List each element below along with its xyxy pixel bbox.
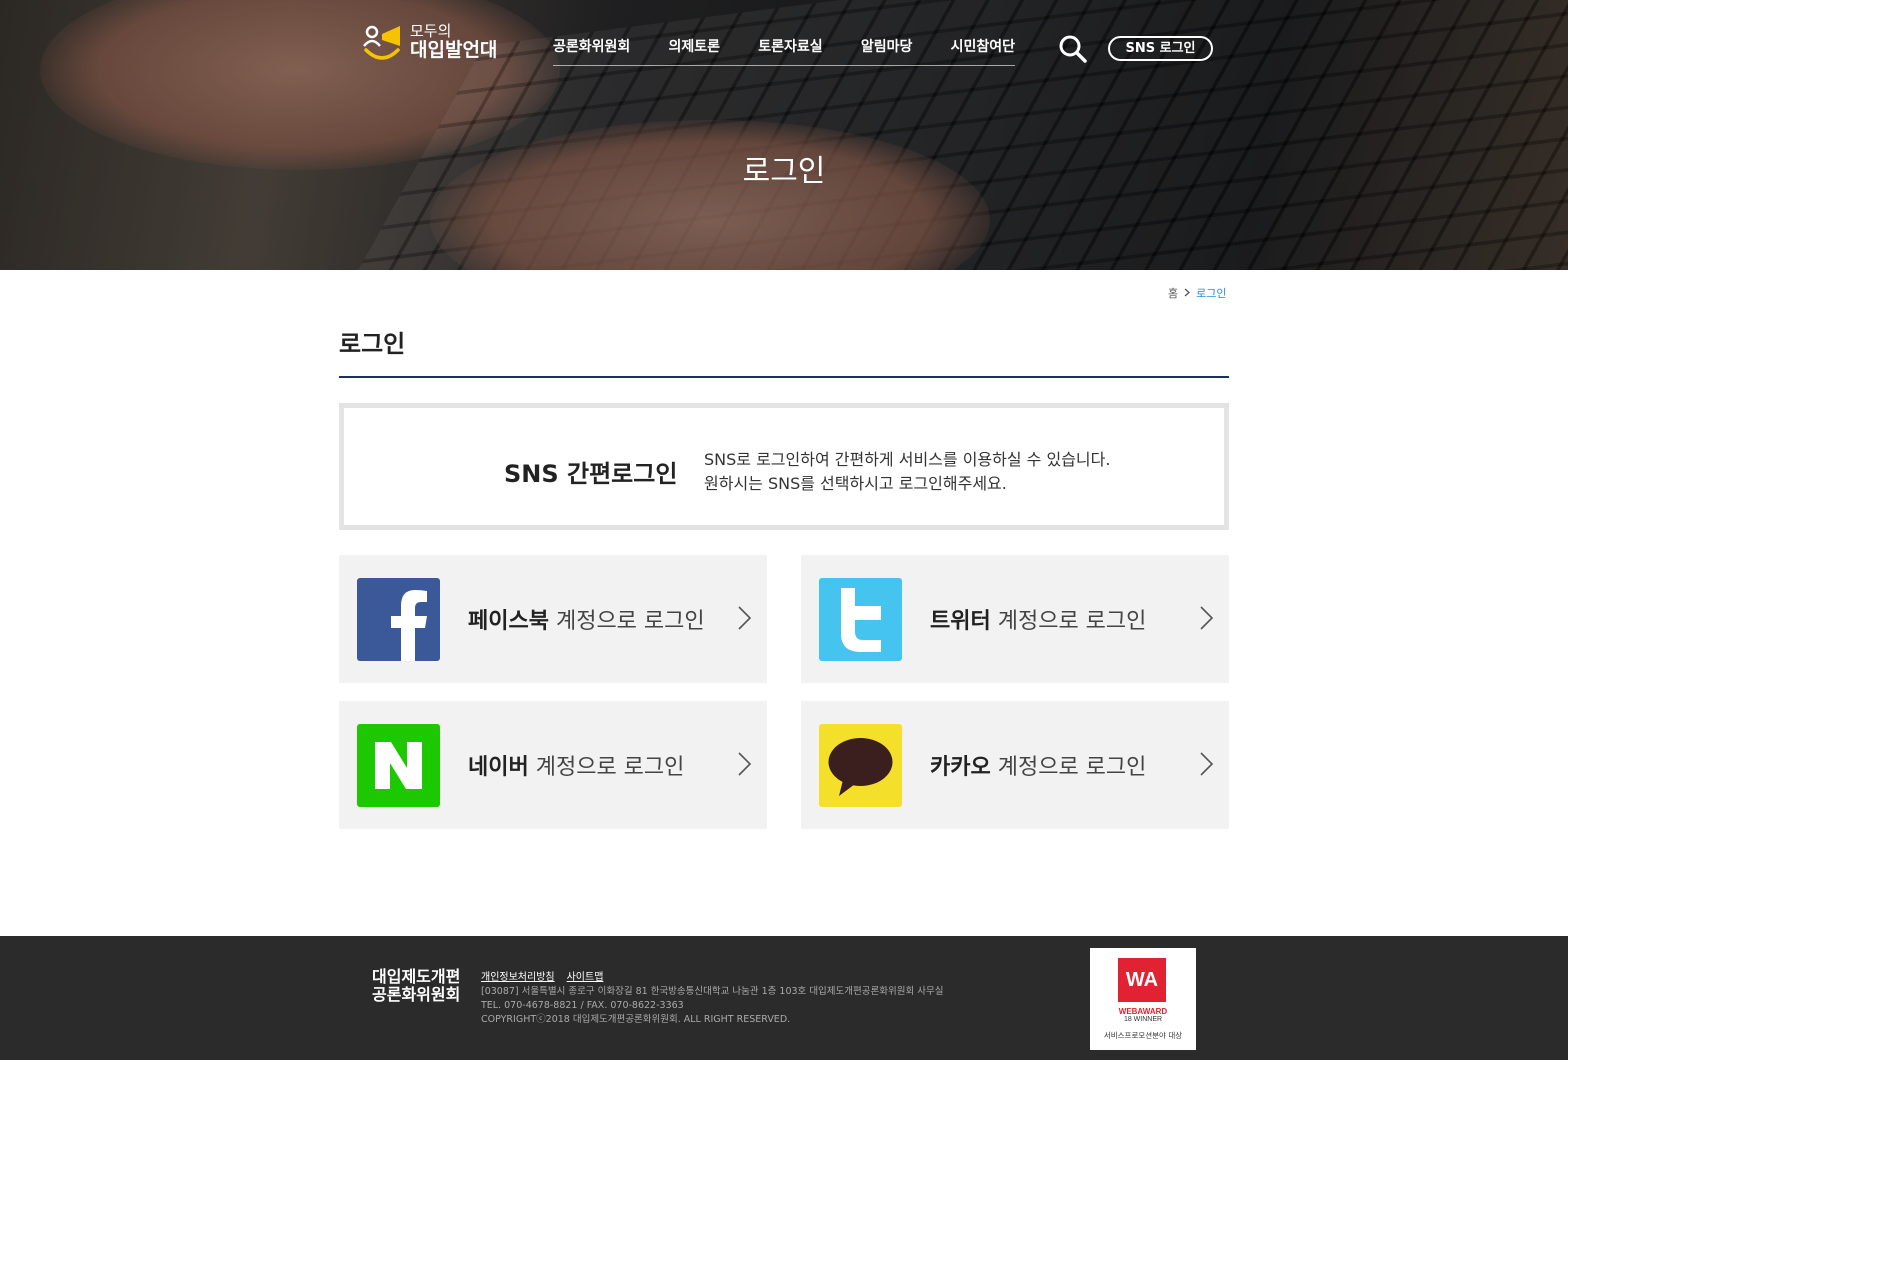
twitter-login-button[interactable]: 트위터 계정으로 로그인 xyxy=(801,555,1229,683)
naver-label-name: 네이버 xyxy=(468,755,529,780)
web-award-badge[interactable]: WA WEBAWARD 18 WINNER 서비스프로모션분야 대상 xyxy=(1090,948,1196,1050)
facebook-label-suffix: 계정으로 로그인 xyxy=(548,609,705,634)
footer-copyright: COPYRIGHTⓒ2018 대입제도개편공론화위원회. ALL RIGHT R… xyxy=(481,1014,791,1025)
sns-info-line2: 원하시는 SNS를 선택하시고 로그인해주세요. xyxy=(704,474,1007,493)
footer-logo: 대입제도개편 공론화위원회 xyxy=(372,968,460,1004)
web-award-logo: WA xyxy=(1118,958,1166,1002)
twitter-label-suffix: 계정으로 로그인 xyxy=(990,609,1147,634)
footer-contact: TEL. 070-4678-8821 / FAX. 070-8622-3363 xyxy=(481,1000,684,1011)
logo-megaphone-icon xyxy=(360,20,404,64)
chevron-right-icon xyxy=(1199,751,1215,777)
page-title: 로그인 xyxy=(339,330,406,358)
footer: 대입제도개편 공론화위원회 개인정보처리방침 사이트맵 [03087] 서울특별… xyxy=(0,936,1568,1060)
web-award-category: 서비스프로모션분야 대상 xyxy=(1103,1031,1183,1040)
logo-text-line1: 모두의 xyxy=(410,22,452,40)
chevron-right-icon xyxy=(1199,605,1215,631)
breadcrumb: 홈 로그인 xyxy=(1168,285,1227,301)
nav-item-agenda[interactable]: 의제토론 xyxy=(668,36,720,65)
naver-login-button[interactable]: 네이버 계정으로 로그인 xyxy=(339,701,767,829)
nav-item-citizens[interactable]: 시민참여단 xyxy=(951,36,1015,65)
hero-banner: 모두의 대입발언대 공론화위원회 의제토론 토론자료실 알림마당 시민참여단 S… xyxy=(0,0,1568,270)
kakao-label-name: 카카오 xyxy=(930,755,991,780)
facebook-login-button[interactable]: 페이스북 계정으로 로그인 xyxy=(339,555,767,683)
web-award-winner: 18 WINNER xyxy=(1123,1016,1163,1023)
nav-item-committee[interactable]: 공론화위원회 xyxy=(553,36,630,65)
sns-info-box: SNS 간편로그인 SNS로 로그인하여 간편하게 서비스를 이용하실 수 있습… xyxy=(339,403,1229,530)
sns-info-line1: SNS로 로그인하여 간편하게 서비스를 이용하실 수 있습니다. xyxy=(704,450,1111,469)
breadcrumb-current: 로그인 xyxy=(1196,287,1227,300)
main-nav: 공론화위원회 의제토론 토론자료실 알림마당 시민참여단 xyxy=(553,36,1015,66)
twitter-icon xyxy=(819,578,902,661)
hero-title: 로그인 xyxy=(742,154,826,189)
kakao-login-button[interactable]: 카카오 계정으로 로그인 xyxy=(801,701,1229,829)
sns-login-button[interactable]: SNS 로그인 xyxy=(1108,36,1213,61)
footer-links: 개인정보처리방침 사이트맵 xyxy=(481,968,603,983)
naver-icon xyxy=(357,724,440,807)
nav-item-notice[interactable]: 알림마당 xyxy=(861,36,913,65)
chevron-right-icon xyxy=(737,605,753,631)
sns-info-description: SNS로 로그인하여 간편하게 서비스를 이용하실 수 있습니다. 원하시는 S… xyxy=(704,448,1110,496)
nav-item-resources[interactable]: 토론자료실 xyxy=(758,36,822,65)
logo-text-line2: 대입발언대 xyxy=(410,39,498,61)
chevron-right-icon xyxy=(737,751,753,777)
facebook-icon xyxy=(357,578,440,661)
twitter-label-name: 트위터 xyxy=(930,609,991,634)
search-icon[interactable] xyxy=(1058,34,1088,64)
privacy-policy-link[interactable]: 개인정보처리방침 xyxy=(481,968,555,983)
footer-address: [03087] 서울특별시 종로구 이화장길 81 한국방송통신대학교 나눔관 … xyxy=(481,986,944,997)
breadcrumb-home[interactable]: 홈 xyxy=(1168,285,1178,301)
naver-label-suffix: 계정으로 로그인 xyxy=(528,755,685,780)
site-logo[interactable]: 모두의 대입발언대 xyxy=(360,20,497,64)
kakao-label-suffix: 계정으로 로그인 xyxy=(990,755,1147,780)
sitemap-link[interactable]: 사이트맵 xyxy=(567,968,604,983)
footer-logo-line2: 공론화위원회 xyxy=(372,985,461,1004)
footer-logo-line1: 대입제도개편 xyxy=(372,967,461,986)
facebook-label-name: 페이스북 xyxy=(468,609,549,634)
web-award-title: WEBAWARD xyxy=(1118,1007,1168,1016)
kakao-icon xyxy=(819,724,902,807)
title-divider xyxy=(339,376,1229,378)
footer-info: [03087] 서울특별시 종로구 이화장길 81 한국방송통신대학교 나눔관 … xyxy=(481,985,943,1027)
sns-info-heading: SNS 간편로그인 xyxy=(504,460,678,488)
chevron-right-icon xyxy=(1184,287,1191,300)
